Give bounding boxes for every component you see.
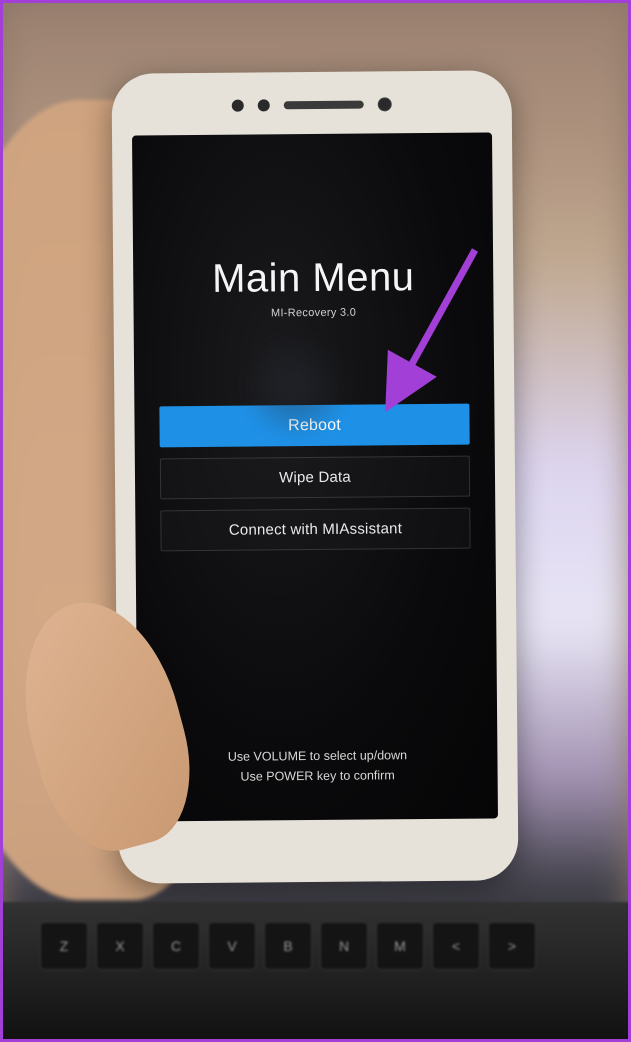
phone-screen: Main Menu MI-Recovery 3.0 Reboot Wipe Da… <box>132 132 498 821</box>
phone-top-sensors <box>232 97 392 112</box>
menu-item-wipe-data[interactable]: Wipe Data <box>160 456 470 500</box>
front-camera-icon <box>378 97 392 111</box>
light-sensor-icon <box>258 99 270 111</box>
navigation-instructions: Use VOLUME to select up/down Use POWER k… <box>137 744 497 787</box>
laptop-keyboard-blur: ZXC VBN M<> <box>0 902 631 1042</box>
instruction-power: Use POWER key to confirm <box>138 764 498 787</box>
menu-item-label: Connect with MIAssistant <box>229 520 402 539</box>
menu-item-label: Wipe Data <box>279 469 351 487</box>
version-subtitle: MI-Recovery 3.0 <box>271 307 356 320</box>
screen-reflection <box>234 326 355 447</box>
proximity-sensor-icon <box>232 100 244 112</box>
menu-item-connect-miassistant[interactable]: Connect with MIAssistant <box>160 508 470 552</box>
earpiece-speaker-icon <box>284 101 364 110</box>
page-title: Main Menu <box>212 255 415 302</box>
